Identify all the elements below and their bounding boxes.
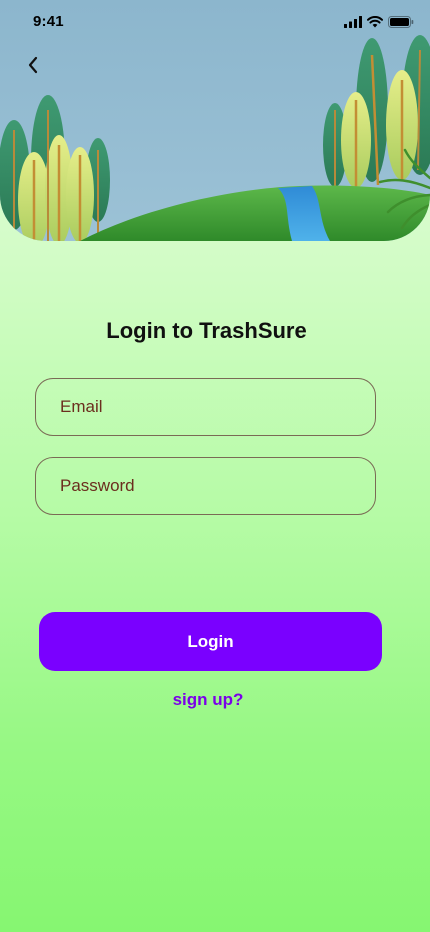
battery-icon bbox=[388, 16, 414, 28]
back-button[interactable] bbox=[18, 50, 48, 80]
email-field[interactable] bbox=[35, 378, 376, 436]
chevron-left-icon bbox=[28, 56, 38, 74]
signup-link[interactable]: sign up? bbox=[0, 690, 416, 710]
cellular-signal-icon bbox=[344, 16, 362, 28]
page-title: Login to TrashSure bbox=[106, 318, 307, 343]
wifi-icon bbox=[367, 16, 383, 28]
status-bar: 9:41 bbox=[0, 0, 430, 44]
password-field[interactable] bbox=[35, 457, 376, 515]
login-button[interactable]: Login bbox=[39, 612, 382, 671]
status-time: 9:41 bbox=[33, 13, 64, 30]
status-icons bbox=[344, 15, 414, 29]
